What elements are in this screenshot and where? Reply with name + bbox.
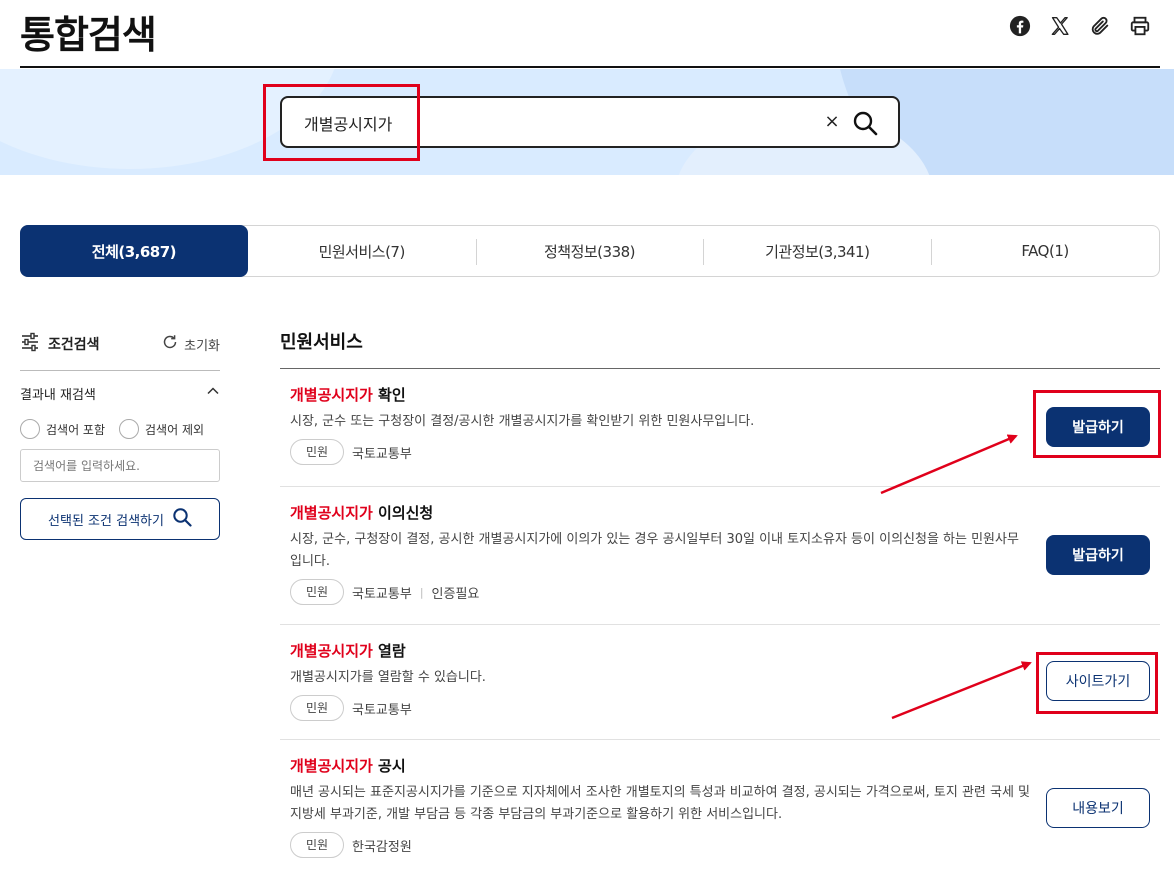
category-badge: 민원 bbox=[290, 439, 344, 465]
result-item: 개별공시지가 확인 시장, 군수 또는 구청장이 결정/공시한 개별공시지가를 … bbox=[280, 369, 1160, 487]
page-title: 통합검색 bbox=[20, 13, 157, 57]
issue-button[interactable]: 발급하기 bbox=[1046, 535, 1150, 575]
exclude-keyword-label: 검색어 제외 bbox=[145, 422, 205, 437]
refine-label: 결과내 재검색 bbox=[20, 387, 96, 403]
result-description: 매년 공시되는 표준지공시지가를 기준으로 지자체에서 조사한 개별토지의 특성… bbox=[290, 785, 1031, 822]
radio-circle[interactable] bbox=[119, 419, 140, 439]
sidebar-divider bbox=[20, 370, 220, 371]
facebook-icon[interactable] bbox=[1008, 12, 1032, 40]
section-title: 민원서비스 bbox=[280, 332, 363, 353]
result-title-rest: 공시 bbox=[372, 757, 406, 775]
result-title-rest: 확인 bbox=[372, 386, 406, 404]
tab-civil-services[interactable]: 민원서비스(7) bbox=[248, 226, 476, 276]
agency-name: 국토교통부 bbox=[352, 702, 412, 718]
chevron-up-icon[interactable] bbox=[206, 384, 220, 402]
filter-title: 조건검색 bbox=[20, 332, 100, 356]
result-title-rest: 이의신청 bbox=[372, 504, 434, 522]
result-title[interactable]: 개별공시지가 확인 bbox=[290, 383, 1150, 407]
result-title[interactable]: 개별공시지가 공시 bbox=[290, 754, 1150, 778]
sliders-icon bbox=[20, 332, 40, 356]
filter-title-label: 조건검색 bbox=[48, 337, 100, 353]
clear-icon[interactable]: × bbox=[822, 110, 842, 134]
search-box: × bbox=[280, 96, 900, 148]
print-icon[interactable] bbox=[1128, 12, 1152, 40]
tab-agency-info[interactable]: 기관정보(3,341) bbox=[703, 226, 931, 276]
refine-section-header[interactable]: 결과내 재검색 bbox=[20, 383, 220, 403]
reset-label: 초기화 bbox=[184, 338, 220, 354]
share-toolbar bbox=[1008, 12, 1152, 40]
category-badge: 민원 bbox=[290, 695, 344, 721]
agency-name: 국토교통부 bbox=[352, 446, 412, 462]
title-divider bbox=[20, 66, 1160, 68]
paperclip-icon[interactable] bbox=[1088, 12, 1112, 40]
keyword-highlight: 개별공시지가 bbox=[290, 504, 373, 522]
result-item: 개별공시지가 이의신청 시장, 군수, 구청장이 결정, 공시한 개별공시지가에… bbox=[280, 487, 1160, 625]
result-item: 개별공시지가 열람 개별공시지가를 열람할 수 있습니다. 민원 국토교통부 사… bbox=[280, 625, 1160, 740]
result-title[interactable]: 개별공시지가 열람 bbox=[290, 639, 1150, 663]
results-panel: 민원서비스 개별공시지가 확인 시장, 군수 또는 구청장이 결정/공시한 개별… bbox=[280, 328, 1160, 870]
result-title-rest: 열람 bbox=[372, 642, 406, 660]
radio-circle[interactable] bbox=[20, 419, 40, 439]
agency-name: 한국감정원 bbox=[352, 839, 412, 855]
tab-policy-info[interactable]: 정책정보(338) bbox=[475, 226, 704, 276]
category-badge: 민원 bbox=[290, 579, 344, 605]
keyword-highlight: 개별공시지가 bbox=[290, 642, 373, 660]
refresh-icon bbox=[162, 334, 178, 354]
category-tabs: 전체(3,687) 민원서비스(7) 정책정보(338) 기관정보(3,341)… bbox=[20, 225, 1160, 277]
issue-button[interactable]: 발급하기 bbox=[1046, 407, 1150, 447]
result-description: 개별공시지가를 열람할 수 있습니다. bbox=[290, 670, 486, 685]
include-keyword-label: 검색어 포함 bbox=[46, 422, 106, 437]
x-icon[interactable] bbox=[1048, 12, 1072, 40]
result-item: 개별공시지가 공시 매년 공시되는 표준지공시지가를 기준으로 지자체에서 조사… bbox=[280, 740, 1160, 870]
refine-search-input[interactable] bbox=[20, 449, 220, 482]
tab-faq[interactable]: FAQ(1) bbox=[931, 226, 1159, 276]
search-input[interactable] bbox=[304, 110, 804, 136]
agency-name: 국토교통부 bbox=[352, 586, 412, 602]
search-icon[interactable] bbox=[852, 110, 878, 136]
reset-button[interactable]: 초기화 bbox=[162, 334, 220, 354]
search-selected-conditions-button[interactable]: 선택된 조건 검색하기 bbox=[20, 498, 220, 540]
condition-search-label: 선택된 조건 검색하기 bbox=[48, 513, 164, 529]
exclude-keyword-radio[interactable]: 검색어 제외 bbox=[119, 419, 204, 439]
view-content-button[interactable]: 내용보기 bbox=[1046, 788, 1150, 828]
search-band: × bbox=[0, 69, 1174, 175]
keyword-highlight: 개별공시지가 bbox=[290, 757, 373, 775]
tab-all[interactable]: 전체(3,687) bbox=[20, 225, 248, 277]
result-description: 시장, 군수, 구청장이 결정, 공시한 개별공시지가에 이의가 있는 경우 공… bbox=[290, 532, 1019, 569]
category-badge: 민원 bbox=[290, 832, 344, 858]
search-icon bbox=[172, 507, 192, 531]
visit-site-button[interactable]: 사이트가기 bbox=[1046, 661, 1150, 701]
auth-required-label: 인증필요 bbox=[431, 586, 480, 602]
result-title[interactable]: 개별공시지가 이의신청 bbox=[290, 501, 1150, 525]
filter-sidebar: 조건검색 초기화 결과내 재검색 검색어 포함 검색어 제외 선택된 조건 검색… bbox=[20, 330, 220, 540]
keyword-highlight: 개별공시지가 bbox=[290, 386, 373, 404]
result-description: 시장, 군수 또는 구청장이 결정/공시한 개별공시지가를 확인받기 위한 민원… bbox=[290, 414, 755, 429]
include-keyword-radio[interactable]: 검색어 포함 bbox=[20, 419, 105, 439]
